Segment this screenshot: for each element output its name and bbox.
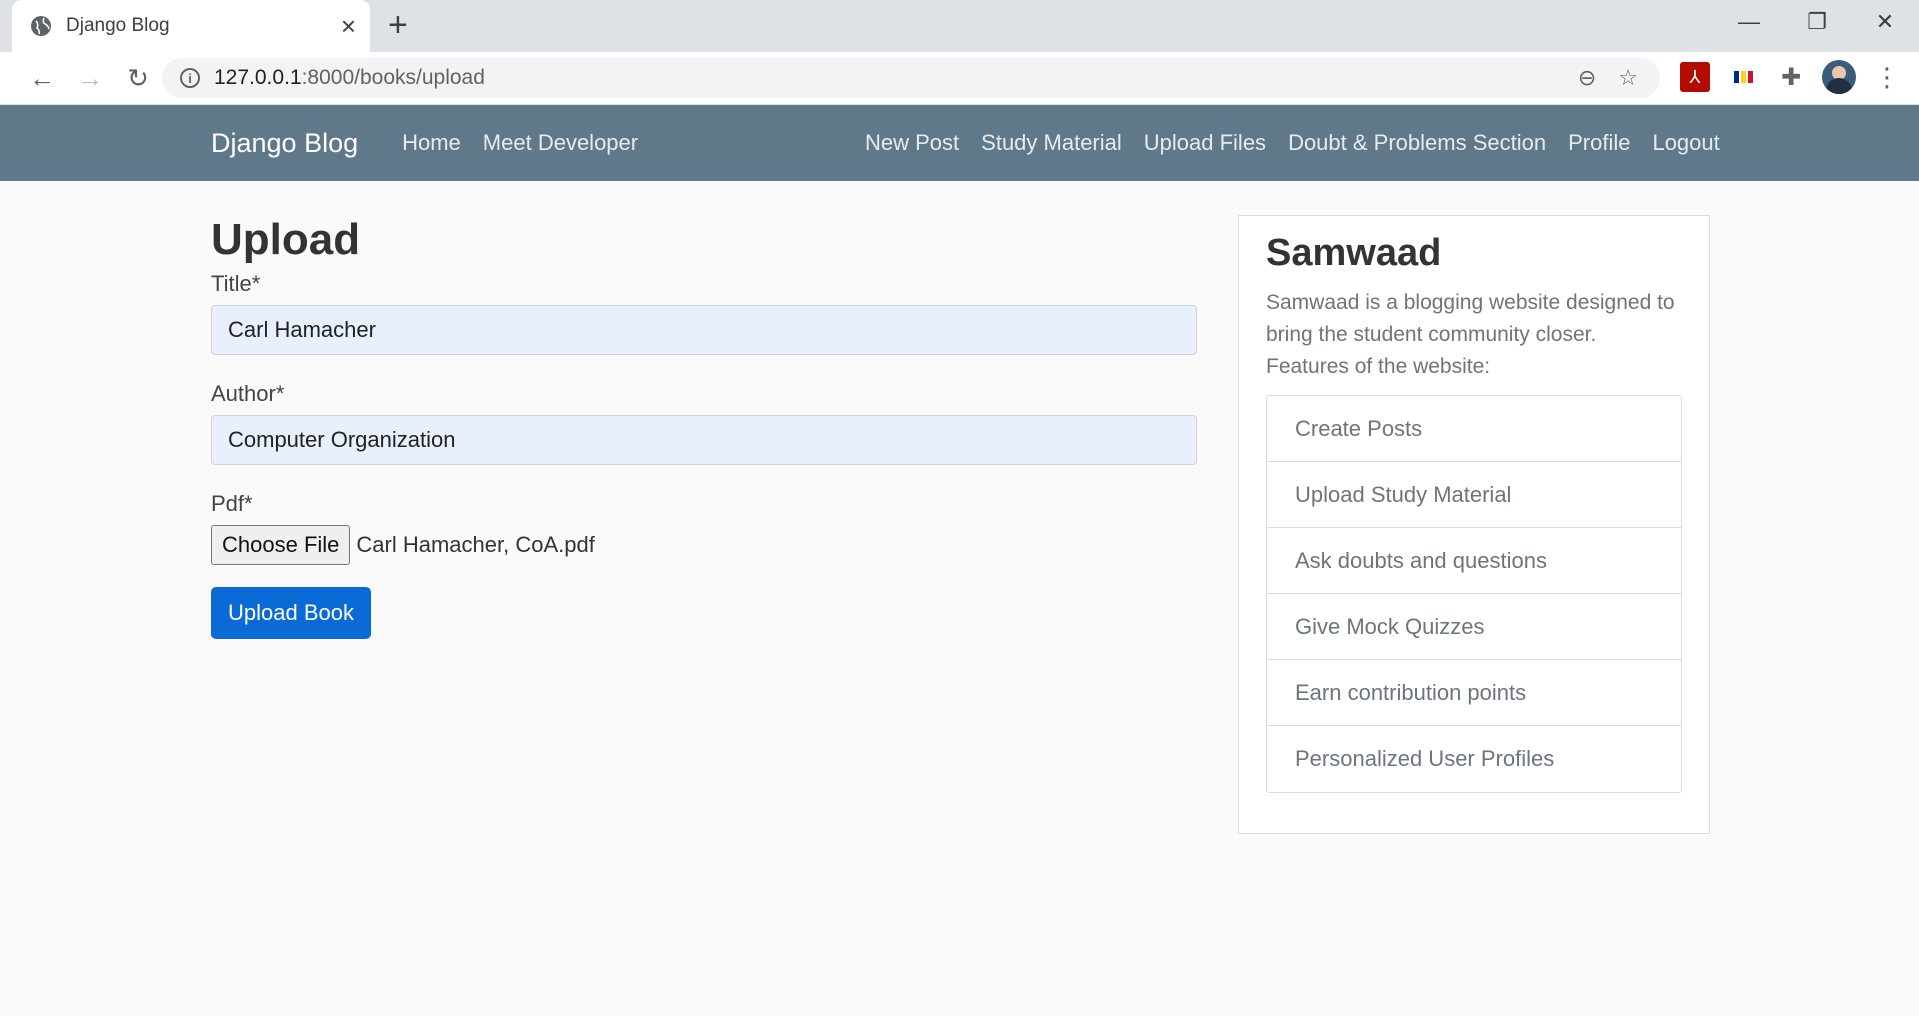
site-navbar: Django Blog Home Meet Developer New Post… <box>0 105 1919 181</box>
globe-icon <box>31 16 51 36</box>
bookmark-star-icon[interactable]: ☆ <box>1618 65 1638 91</box>
browser-tabstrip: Django Blog × + — ❐ ✕ <box>0 0 1919 52</box>
pdf-label: Pdf* <box>211 491 253 516</box>
nav-upload-files[interactable]: Upload Files <box>1144 130 1266 156</box>
sidebar-title: Samwaad <box>1266 232 1442 274</box>
nav-study-material[interactable]: Study Material <box>981 130 1122 156</box>
list-item: Ask doubts and questions <box>1267 528 1681 594</box>
brand-link[interactable]: Django Blog <box>211 128 358 159</box>
new-tab-icon[interactable]: + <box>388 6 408 45</box>
nav-right-group: New Post Study Material Upload Files Dou… <box>865 130 1742 156</box>
browser-menu-icon[interactable]: ⋮ <box>1872 62 1902 92</box>
reload-icon[interactable]: ↻ <box>114 63 162 94</box>
nav-profile[interactable]: Profile <box>1568 130 1630 156</box>
upload-book-button[interactable]: Upload Book <box>211 587 371 639</box>
nav-home[interactable]: Home <box>402 130 461 156</box>
nav-new-post[interactable]: New Post <box>865 130 959 156</box>
url-text[interactable]: 127.0.0.1:8000/books/upload <box>214 66 1578 90</box>
close-window-icon[interactable]: ✕ <box>1851 0 1919 44</box>
features-list: Create Posts Upload Study Material Ask d… <box>1266 395 1682 793</box>
nav-meet-developer[interactable]: Meet Developer <box>483 130 638 156</box>
list-item: Personalized User Profiles <box>1295 746 1555 771</box>
nav-logout[interactable]: Logout <box>1652 130 1719 156</box>
flag-extension-icon[interactable] <box>1728 62 1758 92</box>
sidebar-description: Samwaad is a blogging website designed t… <box>1266 291 1675 378</box>
list-item: Create Posts <box>1267 396 1681 462</box>
browser-tab[interactable]: Django Blog × <box>12 0 370 52</box>
author-label: Author* <box>211 381 285 406</box>
extensions-puzzle-icon[interactable]: ✚ <box>1776 62 1806 92</box>
author-input[interactable]: Computer Organization <box>211 415 1197 465</box>
url-path: :8000/books/upload <box>301 66 485 89</box>
url-host: 127.0.0.1 <box>214 66 302 89</box>
profile-avatar[interactable] <box>1822 60 1856 94</box>
forward-icon[interactable]: → <box>66 63 114 94</box>
list-item: Give Mock Quizzes <box>1267 594 1681 660</box>
upload-form: Upload Title* Carl Hamacher Author* Comp… <box>211 215 1197 639</box>
pdf-extension-icon[interactable]: ⅄ <box>1680 62 1710 92</box>
address-bar[interactable]: i 127.0.0.1:8000/books/upload ⊖ ☆ <box>162 58 1660 98</box>
nav-doubt-problems[interactable]: Doubt & Problems Section <box>1288 130 1546 156</box>
list-item: Upload Study Material <box>1267 462 1681 528</box>
minimize-icon[interactable]: — <box>1715 0 1783 44</box>
window-controls: — ❐ ✕ <box>1715 0 1919 44</box>
title-label: Title* <box>211 271 261 296</box>
list-item: Earn contribution points <box>1267 660 1681 726</box>
zoom-out-icon[interactable]: ⊖ <box>1578 65 1596 91</box>
file-picker: Choose File Carl Hamacher, CoA.pdf <box>211 525 1197 565</box>
sidebar-card: Samwaad Samwaad is a blogging website de… <box>1238 215 1710 834</box>
choose-file-button[interactable]: Choose File <box>211 525 351 565</box>
back-icon[interactable]: ← <box>18 63 66 94</box>
selected-file-name: Carl Hamacher, CoA.pdf <box>356 532 595 557</box>
tab-title: Django Blog <box>66 15 170 36</box>
site-info-icon[interactable]: i <box>180 68 200 88</box>
close-tab-icon[interactable]: × <box>341 13 356 39</box>
restore-icon[interactable]: ❐ <box>1783 0 1851 44</box>
title-input[interactable]: Carl Hamacher <box>211 305 1197 355</box>
page-title: Upload <box>211 215 361 264</box>
